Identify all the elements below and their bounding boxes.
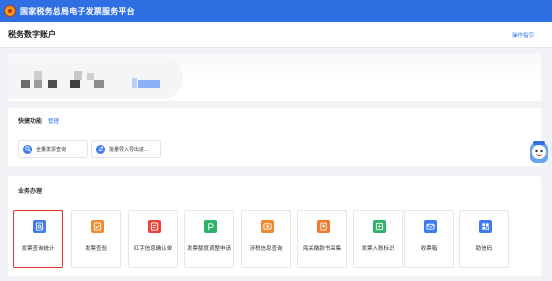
quick-button-batch-import-export[interactable]: 批量导入导出进...: [91, 140, 161, 158]
tile-label: 发票额度调整申请: [187, 246, 232, 252]
tile-label: 发票查询统计: [21, 246, 55, 252]
tile-label: 涉税信息查询: [249, 246, 283, 252]
tile-bookkeeping-mark[interactable]: 发票入账标识: [353, 210, 403, 268]
invoice-search-icon: [33, 220, 46, 233]
quick-button-full-invoice-query[interactable]: 全量发票查询: [18, 140, 88, 158]
quick-button-label: 全量发票查询: [36, 146, 67, 153]
guide-link[interactable]: 操作指引: [512, 31, 534, 39]
tile-label: 海关缴款书采集: [302, 246, 342, 252]
redacted-block: [48, 80, 57, 88]
tile-quota-adjustment[interactable]: 发票额度调整申请: [184, 210, 234, 268]
quick-button-label: 批量导入导出进...: [109, 146, 149, 153]
tile-invoice-mailbox[interactable]: 收票箱: [404, 210, 454, 268]
tile-label: 收票箱: [420, 246, 438, 252]
tile-invoice-query-stats[interactable]: 发票查询统计: [13, 210, 63, 268]
manage-link[interactable]: 管理: [48, 117, 59, 125]
page-header: 税务数字账户 操作指引: [0, 22, 552, 48]
redacted-block: [21, 80, 30, 88]
redacted-block: [34, 80, 42, 88]
tax-info-icon: [261, 220, 274, 233]
transfer-icon: [96, 144, 105, 154]
quick-functions-title: 快捷功能: [18, 118, 43, 125]
tile-red-letter-confirmation[interactable]: 红字信息确认单: [128, 210, 178, 268]
tile-invoice-verify[interactable]: 发票查验: [71, 210, 121, 268]
top-bar: 国家税务总局电子发票服务平台: [0, 0, 552, 22]
redacted-block: [70, 80, 80, 88]
redacted-block: [87, 73, 94, 80]
page-title: 税务数字账户: [8, 30, 56, 39]
search-icon: [23, 144, 32, 154]
assistant-avatar-icon[interactable]: [528, 140, 550, 166]
redacted-block: [94, 80, 104, 88]
red-letter-icon: [148, 220, 161, 233]
redacted-block: [34, 71, 42, 80]
customs-icon: [317, 220, 330, 233]
quota-icon: [204, 220, 217, 233]
app-title: 国家税务总局电子发票服务平台: [20, 6, 135, 16]
bookkeeping-icon: [373, 220, 386, 233]
account-info-card: [8, 53, 541, 101]
quick-functions-card: 快捷功能 管理 全量发票查询 批量导入导出进...: [8, 108, 541, 166]
business-card: 业务办理 发票查询统计 发票查验 红字信息确认单 发票额度调整申请 涉税信息查询: [8, 176, 541, 276]
redacted-block: [138, 80, 160, 88]
code-icon: [479, 220, 492, 233]
tile-label: 发票入账标识: [361, 246, 395, 252]
tile-label: 助信码: [475, 246, 493, 252]
mailbox-icon: [424, 220, 437, 233]
national-emblem-icon: [4, 5, 16, 17]
tile-credit-code[interactable]: 助信码: [459, 210, 509, 268]
business-title: 业务办理: [18, 188, 43, 195]
tile-label: 红字信息确认单: [133, 246, 173, 252]
tile-label: 发票查验: [84, 246, 107, 252]
redacted-block: [132, 78, 137, 88]
redacted-block: [74, 71, 82, 80]
tile-tax-info-query[interactable]: 涉税信息查询: [241, 210, 291, 268]
tile-customs-collection[interactable]: 海关缴款书采集: [297, 210, 347, 268]
invoice-verify-icon: [91, 220, 104, 233]
